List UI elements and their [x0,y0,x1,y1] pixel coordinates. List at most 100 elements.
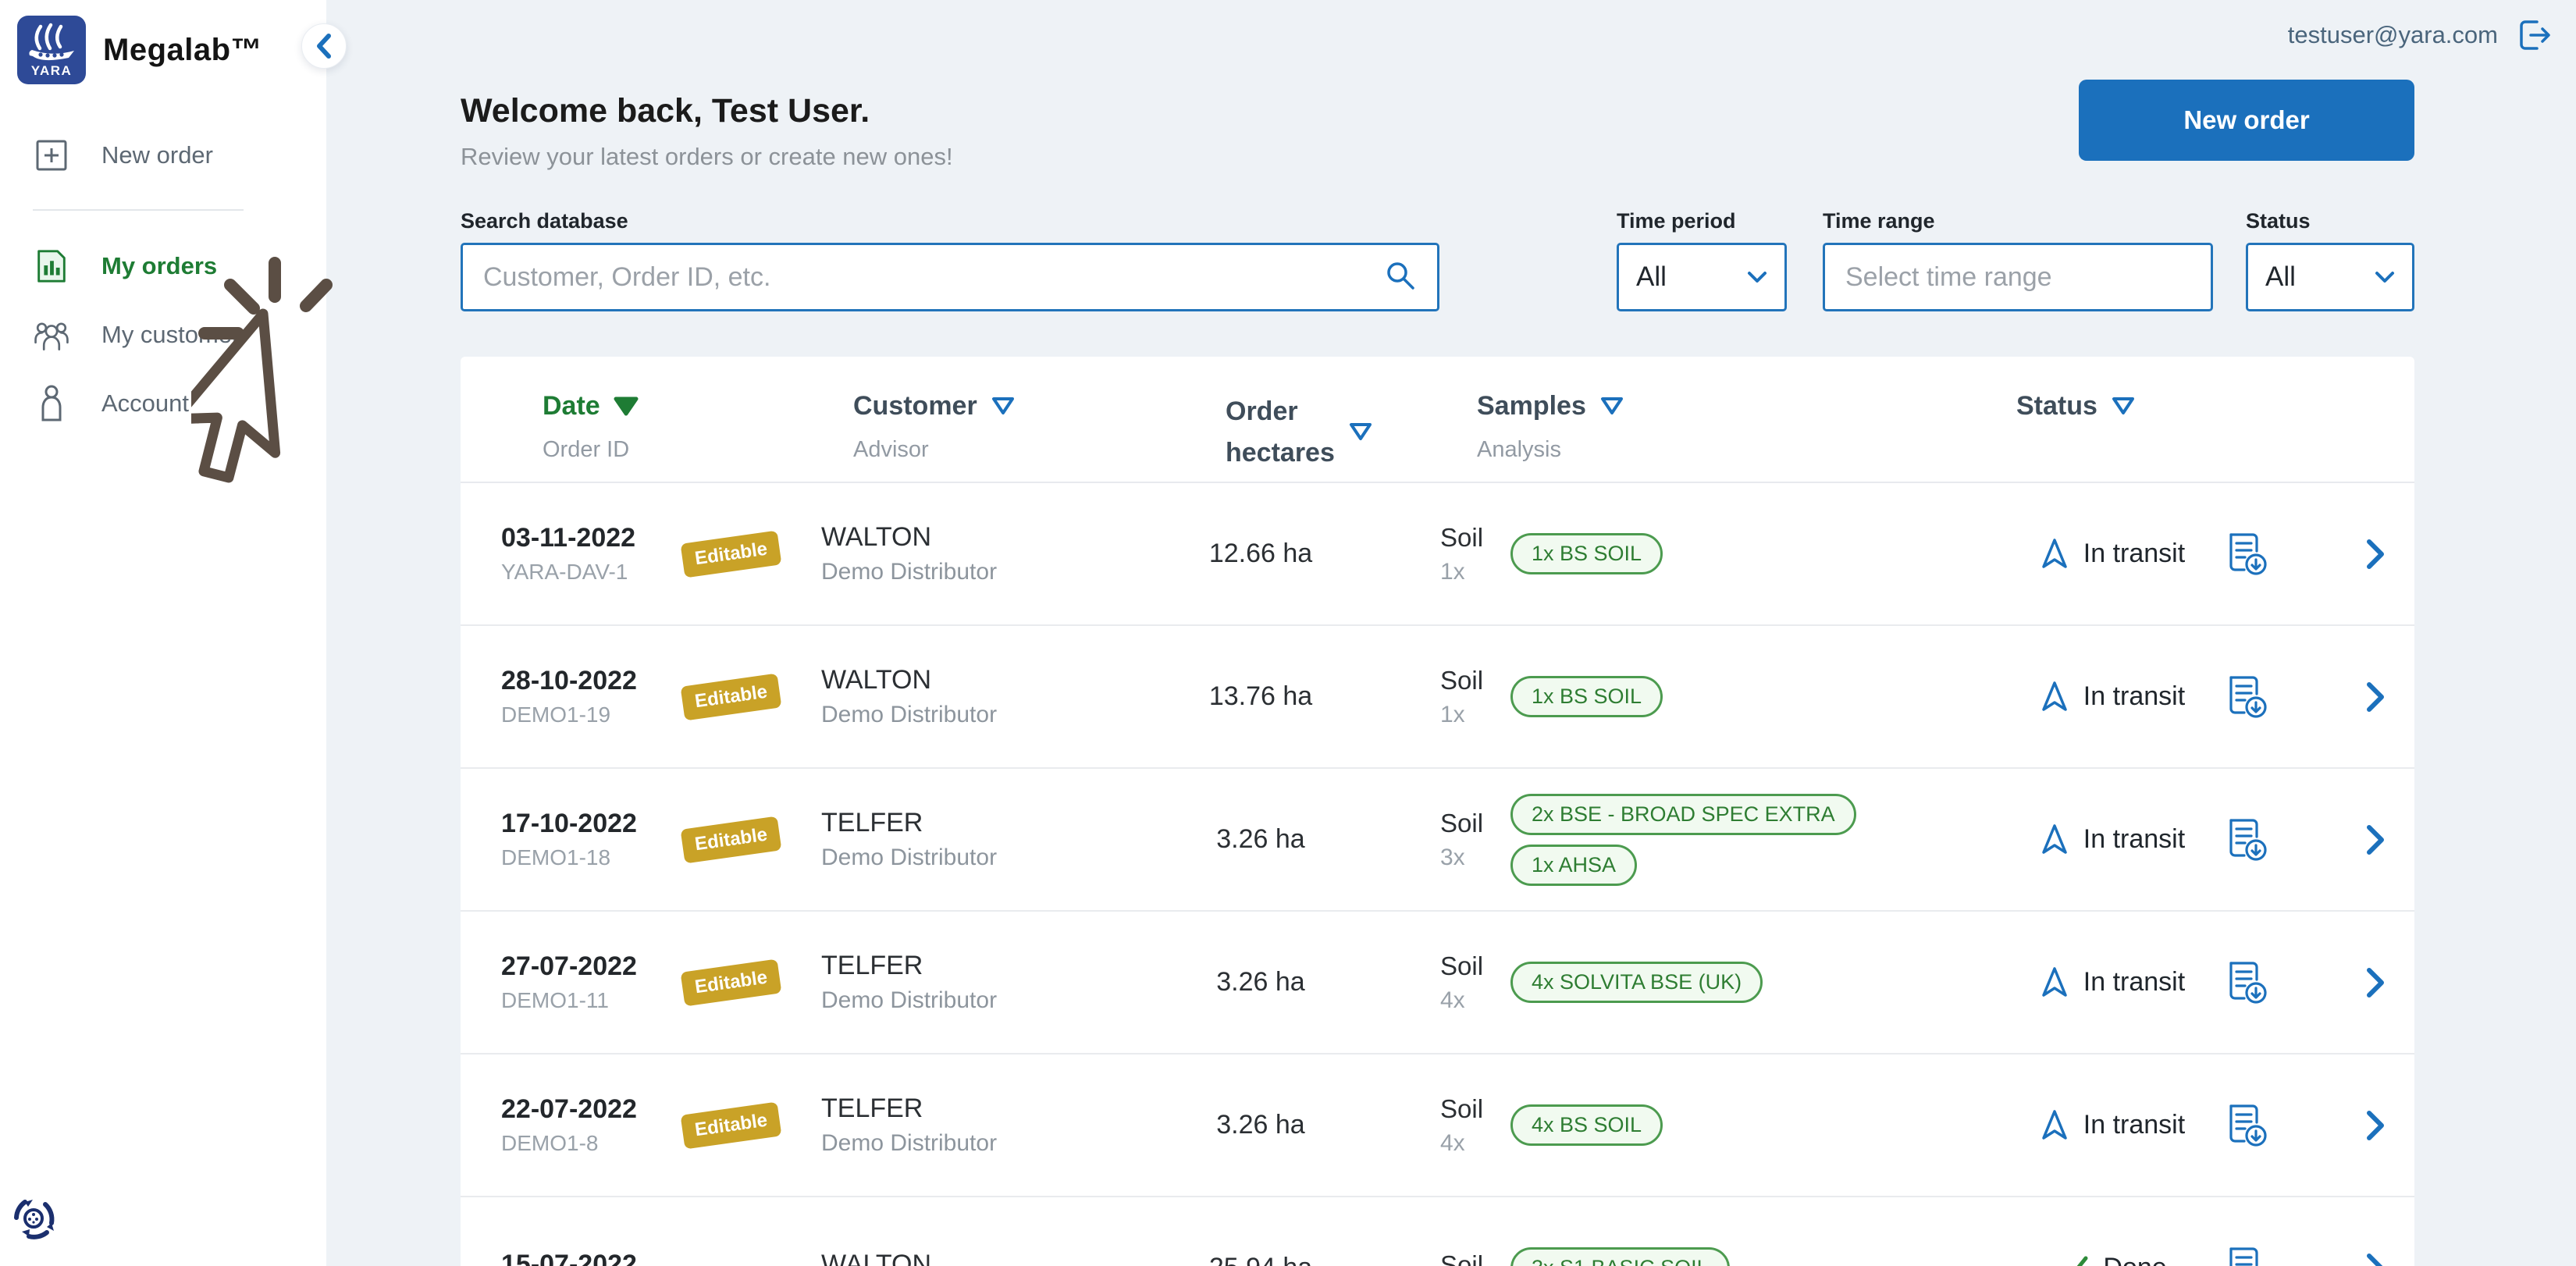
in-transit-icon [2038,680,2071,714]
sidebar-item-my-customers[interactable]: My customers [0,301,326,368]
column-header-samples[interactable]: Samples [1477,391,1998,421]
analysis-chip: 2x BSE - BROAD SPEC EXTRA [1510,793,1856,835]
download-report-icon[interactable] [2225,817,2268,862]
status-label: Done [2103,1253,2166,1266]
analysis-chips: 3x S1 BASIC SOIL [1510,1247,1998,1266]
page-title: Welcome back, Test User. [461,92,870,130]
column-subheader-order-id: Order ID [543,437,630,462]
customer-name: TELFER [821,808,923,837]
sample-count: 3x [1440,844,1465,870]
sidebar-collapse-button[interactable] [301,23,347,69]
logout-icon[interactable] [2515,17,2553,53]
time-range-filter: Time range [1823,209,2213,311]
chevron-right-icon[interactable] [2365,966,2386,999]
chevron-down-icon [1747,271,1767,283]
new-order-icon [33,137,70,173]
column-header-hectares[interactable]: Order hectares [1226,391,1440,473]
editable-badge: Editable [680,1101,782,1150]
download-report-icon[interactable] [2225,960,2268,1005]
order-date: 27-07-2022 [501,951,637,981]
order-hectares: 25.94 ha [1163,1253,1358,1266]
account-icon [33,384,70,423]
order-date: 22-07-2022 [501,1094,637,1124]
sidebar-item-my-orders[interactable]: My orders [0,231,326,301]
filter-row: Search database Time period All [461,209,2414,311]
download-report-icon[interactable] [2225,1246,2268,1266]
main-content: testuser@yara.com Welcome back, Test Use… [326,0,2576,1266]
sort-filter-icon-active[interactable] [613,396,639,418]
analysis-chips: 1x BS SOIL [1510,533,1998,574]
analysis-chips: 2x BSE - BROAD SPEC EXTRA 1x AHSA [1510,793,1998,886]
in-transit-icon [2038,537,2071,571]
sample-type: Soil [1440,1094,1484,1123]
time-period-label: Time period [1617,209,1736,233]
status-filter: Status All [2246,209,2414,311]
filter-icon[interactable] [1599,396,1625,418]
order-date: 15-07-2022 [501,1250,637,1266]
filter-icon[interactable] [990,396,1016,418]
customer-name: WALTON [821,522,932,552]
column-header-status[interactable]: Status [2016,391,2225,421]
filter-icon[interactable] [1347,421,1374,443]
sidebar-item-new-order[interactable]: New order [0,122,326,189]
status-label: Status [2246,209,2311,233]
order-row[interactable]: 03-11-2022 YARA-DAV-1 Editable WALTON De… [461,483,2414,626]
sidebar-item-label: My orders [101,252,218,279]
in-transit-icon [2038,823,2071,857]
order-date: 28-10-2022 [501,666,637,695]
order-hectares: 3.26 ha [1216,824,1305,854]
order-row[interactable]: 28-10-2022 DEMO1-19 Editable WALTON Demo… [461,626,2414,769]
analysis-chip: 3x S1 BASIC SOIL [1510,1247,1730,1266]
chevron-right-icon[interactable] [2365,538,2386,571]
order-date: 03-11-2022 [501,523,636,553]
time-period-select[interactable]: All [1617,243,1787,311]
order-row[interactable]: 15-07-2022 WALTON 25.94 ha Soil 3x S1 BA… [461,1197,2414,1266]
time-range-input[interactable] [1823,243,2213,311]
chevron-right-icon[interactable] [2365,823,2386,856]
customer-name: TELFER [821,951,923,980]
customers-icon [33,317,70,353]
column-header-customer[interactable]: Customer [853,391,1163,421]
editable-badge: Editable [680,529,782,578]
sample-count: 4x [1440,1129,1465,1156]
chevron-right-icon[interactable] [2365,681,2386,713]
order-id: YARA-DAV-1 [501,560,628,584]
chevron-right-icon[interactable] [2365,1109,2386,1142]
new-order-button[interactable]: New order [2079,80,2414,161]
sample-type: Soil [1440,522,1484,552]
order-row[interactable]: 22-07-2022 DEMO1-8 Editable TELFER Demo … [461,1054,2414,1197]
status-select[interactable]: All [2246,243,2414,311]
in-transit-icon [2038,966,2071,1000]
download-report-icon[interactable] [2225,1103,2268,1148]
sample-count: 1x [1440,558,1465,585]
order-hectares: 13.76 ha [1208,681,1313,711]
user-email: testuser@yara.com [2287,21,2498,48]
sidebar-item-account[interactable]: Account [0,368,326,439]
chevron-right-icon[interactable] [2365,1252,2386,1266]
analysis-chip: 4x SOLVITA BSE (UK) [1510,962,1763,1003]
done-check-icon [2056,1253,2090,1266]
analysis-chips: 4x SOLVITA BSE (UK) [1510,962,1998,1003]
brand: YARA Megalab™ [0,0,326,84]
search-input[interactable] [461,243,1439,311]
app-title: Megalab™ [103,32,263,67]
orders-table-body: 03-11-2022 YARA-DAV-1 Editable WALTON De… [461,483,2414,1266]
analysis-chip: 1x BS SOIL [1510,533,1663,574]
orders-report-icon [33,247,70,286]
advisor-name: Demo Distributor [821,1130,998,1156]
time-period-value: All [1636,261,1667,292]
search-icon[interactable] [1383,258,1418,293]
column-header-date[interactable]: Date [543,391,821,421]
cookie-settings-icon[interactable] [11,1196,56,1241]
download-report-icon[interactable] [2225,532,2268,577]
download-report-icon[interactable] [2225,674,2268,720]
order-date: 17-10-2022 [501,809,637,838]
order-row[interactable]: 27-07-2022 DEMO1-11 Editable TELFER Demo… [461,912,2414,1054]
order-row[interactable]: 17-10-2022 DEMO1-18 Editable TELFER Demo… [461,769,2414,912]
editable-badge: Editable [680,815,782,864]
analysis-chip: 1x BS SOIL [1510,676,1663,717]
advisor-name: Demo Distributor [821,987,998,1013]
advisor-name: Demo Distributor [821,559,998,585]
filter-icon[interactable] [2110,396,2137,418]
order-hectares: 3.26 ha [1216,1110,1305,1140]
